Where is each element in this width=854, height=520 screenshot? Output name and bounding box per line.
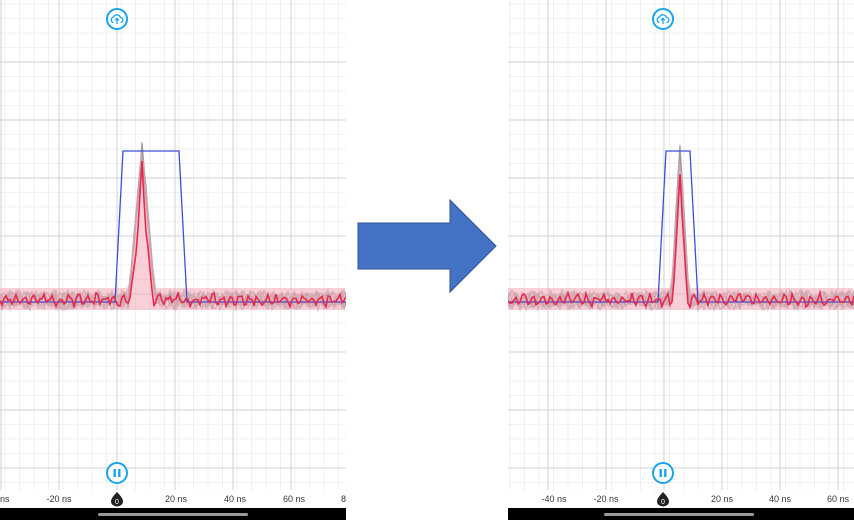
- time-tick-label: 20 ns: [164, 494, 188, 504]
- right-arrow-icon: [357, 198, 497, 294]
- home-indicator[interactable]: [98, 513, 248, 516]
- scope-panel-before: ns -20 ns 20 ns 40 ns 60 ns 8 0: [0, 0, 346, 520]
- time-tick-label: 60 ns: [282, 494, 306, 504]
- time-tick-label: 20 ns: [710, 494, 734, 504]
- waveform-plot-after: [508, 0, 854, 490]
- pause-button[interactable]: [106, 462, 128, 484]
- waveform-plot-before: [0, 0, 346, 490]
- zero-tick-label: 0: [661, 499, 665, 506]
- noise-trace: [0, 147, 346, 311]
- time-tick-label: -40 ns: [541, 494, 567, 504]
- cloud-upload-icon[interactable]: [106, 8, 128, 30]
- zero-marker-icon[interactable]: 0: [656, 491, 670, 507]
- time-tick-label: 60 ns: [826, 494, 850, 504]
- time-tick-label: -20 ns: [46, 494, 72, 504]
- time-tick-label: 8: [340, 494, 346, 504]
- time-tick-label: -20 ns: [593, 494, 619, 504]
- zero-marker-icon[interactable]: 0: [110, 491, 124, 507]
- time-tick-label: 40 ns: [223, 494, 247, 504]
- noise-trace: [0, 158, 346, 312]
- signal-envelope: [0, 153, 345, 310]
- time-tick-label: 40 ns: [768, 494, 792, 504]
- home-indicator[interactable]: [604, 513, 754, 516]
- noise-trace: [0, 143, 346, 313]
- cloud-upload-icon[interactable]: [652, 8, 674, 30]
- noise-trace: [0, 152, 346, 312]
- pause-icon: [659, 469, 667, 477]
- zero-tick-label: 0: [115, 499, 119, 506]
- grid: [0, 0, 346, 490]
- time-tick-label: ns: [0, 494, 10, 504]
- pause-button[interactable]: [652, 462, 674, 484]
- signal-trace: [0, 160, 346, 310]
- scope-panel-after: -40 ns -20 ns 20 ns 40 ns 60 ns 0: [508, 0, 854, 520]
- pause-icon: [113, 469, 121, 477]
- noise-trace: [0, 142, 346, 311]
